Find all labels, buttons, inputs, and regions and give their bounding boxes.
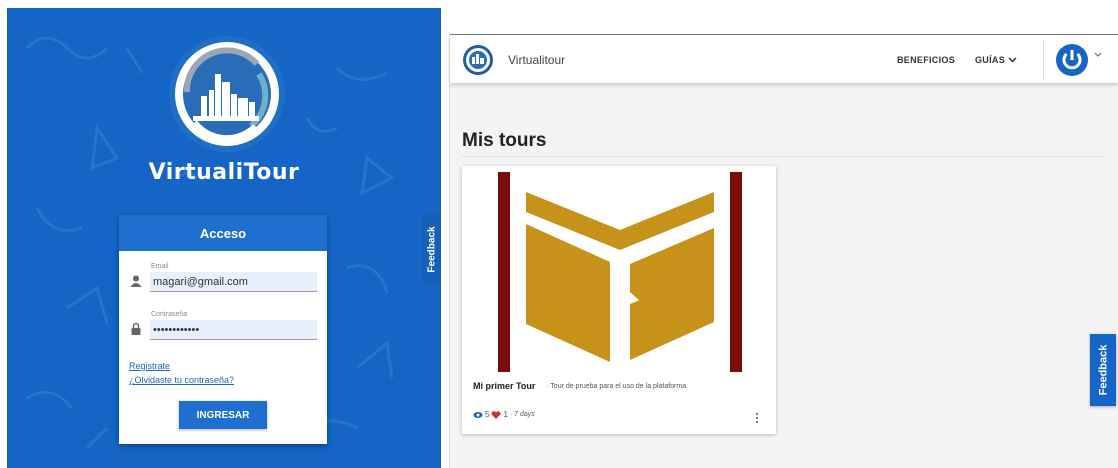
feedback-label: Feedback: [1097, 344, 1109, 396]
eye-icon: [473, 411, 483, 418]
nav-divider: [1043, 40, 1044, 80]
title-divider: [462, 156, 1105, 157]
page-title: Mis tours: [462, 130, 547, 151]
nav-guias[interactable]: GUÍAS: [975, 55, 1005, 65]
tour-description-text: Tour de prueba para el uso de la platafo…: [550, 383, 689, 390]
more-vert-icon[interactable]: [754, 412, 760, 424]
tour-name[interactable]: Mi primer Tour: [473, 381, 535, 391]
login-card: Acceso Email Contraseña Registrate ¿Olvi…: [119, 215, 327, 444]
app-logo-icon[interactable]: [462, 44, 494, 76]
virtualitour-logo: [169, 36, 285, 152]
feedback-label: Feedback: [426, 225, 438, 273]
nav-beneficios[interactable]: BENEFICIOS: [897, 55, 955, 65]
person-icon: [130, 275, 142, 287]
likes-count: 1: [503, 410, 508, 419]
email-label: Email: [151, 263, 169, 270]
register-link[interactable]: Registrate: [129, 361, 170, 371]
brand-wordmark: VirtualiTour: [148, 160, 300, 185]
power-icon[interactable]: [1055, 43, 1089, 77]
chevron-down-icon[interactable]: [1008, 57, 1017, 63]
password-label: Contraseña: [151, 311, 188, 318]
feedback-tab-left[interactable]: Feedback: [422, 214, 441, 284]
heart-icon[interactable]: [491, 410, 501, 419]
app-name: Virtualitour: [508, 53, 566, 67]
tour-description-separator: ·: [546, 383, 549, 390]
chevron-down-icon[interactable]: [1094, 52, 1102, 58]
email-input[interactable]: [150, 272, 317, 292]
tour-card[interactable]: Mi primer Tour · Tour de prueba para el …: [462, 166, 776, 434]
tour-thumbnail[interactable]: [498, 172, 742, 372]
tour-description: · Tour de prueba para el uso de la plata…: [546, 383, 688, 390]
tour-age: · 7 days: [509, 411, 535, 418]
login-submit-button[interactable]: INGRESAR: [179, 401, 267, 429]
tour-stats: 5 1 · 7 days: [473, 410, 535, 419]
login-card-title: Acceso: [119, 215, 327, 251]
lock-icon: [131, 322, 141, 335]
feedback-tab-right[interactable]: Feedback: [1090, 334, 1116, 406]
app-pane: Virtualitour BENEFICIOS GUÍAS Mis tours …: [449, 34, 1118, 468]
login-pane: VirtualiTour Acceso Email Contraseña Reg…: [7, 8, 441, 468]
forgot-password-link[interactable]: ¿Olvidaste tu contraseña?: [129, 375, 234, 385]
password-input[interactable]: [150, 320, 317, 340]
top-navbar: Virtualitour BENEFICIOS GUÍAS: [450, 34, 1118, 83]
views-count: 5: [485, 410, 490, 419]
